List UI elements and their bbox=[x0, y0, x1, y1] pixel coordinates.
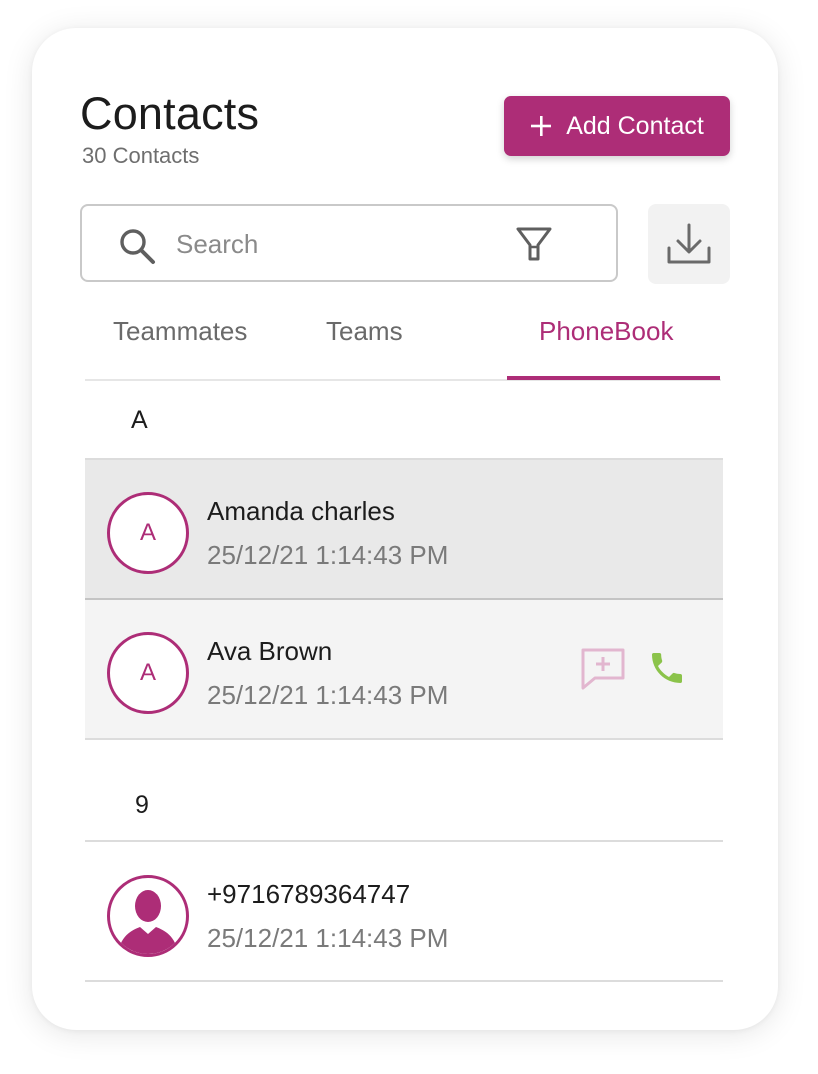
contact-timestamp: 25/12/21 1:14:43 PM bbox=[207, 923, 449, 953]
search-bar bbox=[80, 204, 618, 282]
row-divider bbox=[85, 980, 723, 982]
section-header-a: A bbox=[131, 406, 148, 434]
tab-teammates[interactable]: Teammates bbox=[113, 316, 247, 347]
add-contact-button[interactable]: Add Contact bbox=[504, 96, 730, 156]
person-silhouette-icon bbox=[118, 890, 178, 954]
plus-icon bbox=[531, 116, 552, 136]
download-button[interactable] bbox=[648, 204, 730, 284]
contact-row-amanda-charles[interactable]: A Amanda charles 25/12/21 1:14:43 PM bbox=[85, 460, 723, 600]
tab-teams[interactable]: Teams bbox=[326, 316, 403, 347]
search-icon bbox=[120, 229, 155, 264]
avatar: A bbox=[107, 492, 189, 574]
contact-timestamp: 25/12/21 1:14:43 PM bbox=[207, 680, 449, 710]
contact-name: Ava Brown bbox=[207, 636, 333, 666]
download-icon bbox=[667, 223, 711, 264]
contacts-count: 30 Contacts bbox=[82, 143, 200, 168]
avatar: A bbox=[107, 632, 189, 714]
contact-row-ava-brown[interactable]: A Ava Brown 25/12/21 1:14:43 PM bbox=[85, 600, 723, 740]
row-divider bbox=[85, 840, 723, 842]
tab-phonebook[interactable]: PhoneBook bbox=[539, 316, 673, 347]
section-header-9: 9 bbox=[135, 791, 149, 819]
contact-name: +9716789364747 bbox=[207, 879, 411, 909]
avatar bbox=[107, 875, 189, 957]
page-title: Contacts bbox=[80, 88, 260, 139]
message-add-icon[interactable] bbox=[579, 646, 627, 692]
contact-timestamp: 25/12/21 1:14:43 PM bbox=[207, 540, 449, 570]
phone-icon[interactable] bbox=[647, 648, 687, 688]
filter-icon[interactable] bbox=[514, 224, 554, 264]
row-divider bbox=[85, 738, 723, 740]
add-contact-label: Add Contact bbox=[566, 111, 704, 140]
contact-name: Amanda charles bbox=[207, 496, 395, 526]
active-tab-indicator bbox=[507, 376, 720, 380]
contact-row-phone-number[interactable]: +9716789364747 25/12/21 1:14:43 PM bbox=[85, 843, 723, 983]
search-input[interactable] bbox=[174, 223, 498, 265]
